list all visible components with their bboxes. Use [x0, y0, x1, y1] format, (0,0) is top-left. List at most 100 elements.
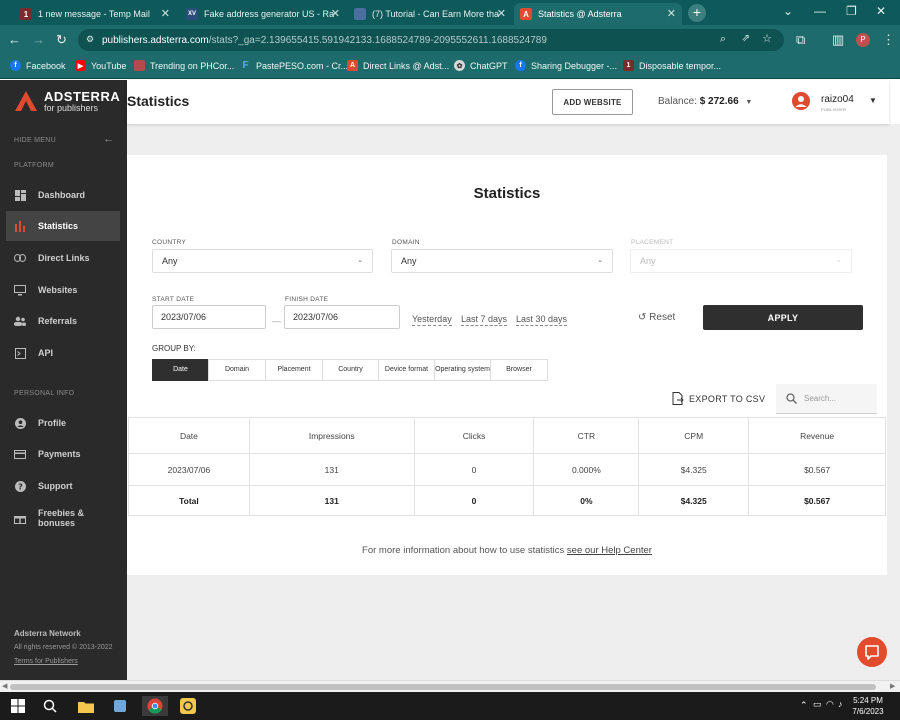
yellow-app-icon[interactable]	[178, 696, 198, 716]
bookmark-disposable[interactable]: 1 Disposable tempor...	[623, 60, 721, 71]
search-input[interactable]: Search...	[776, 384, 877, 414]
clock-time: 5:24 PM	[853, 696, 883, 705]
scroll-right-icon[interactable]: ▶	[890, 682, 895, 690]
column-header-date[interactable]: Date	[128, 417, 250, 454]
sidebar-item-direct-links[interactable]: Direct Links	[6, 243, 120, 273]
avatar[interactable]	[792, 92, 810, 110]
browser-tab-statistics[interactable]: A Statistics @ Adsterra ✕	[514, 3, 682, 25]
username[interactable]: raizo04	[821, 94, 854, 105]
system-clock[interactable]: 5:24 PM 7/6/2023	[844, 695, 892, 717]
close-tab-icon[interactable]: ✕	[331, 7, 340, 20]
browser-tab-tutorial[interactable]: (7) Tutorial - Can Earn More tha ✕	[348, 3, 512, 25]
finish-date-input[interactable]: 2023/07/06	[284, 305, 400, 329]
group-by-country-button[interactable]: Country	[322, 359, 379, 381]
horizontal-scrollbar[interactable]: ◀ ▶	[0, 680, 900, 692]
windows-start-icon[interactable]	[8, 696, 28, 716]
sidebar-item-freebies[interactable]: Freebies & bonuses	[6, 503, 120, 533]
sidebar-item-dashboard[interactable]: Dashboard	[6, 180, 120, 210]
quick-last-7-days-link[interactable]: Last 7 days	[461, 314, 508, 326]
group-by-device-format-button[interactable]: Device format	[378, 359, 435, 381]
share-icon[interactable]: ⇗	[742, 33, 750, 44]
table-total-row: Total 131 0 0% $4.325 $0.567	[128, 485, 886, 516]
scrollbar-thumb[interactable]	[10, 684, 876, 690]
total-clicks: 0	[413, 485, 535, 516]
network-icon[interactable]: ▭	[813, 699, 822, 710]
quick-last-30-days-link[interactable]: Last 30 days	[516, 314, 568, 326]
domain-select[interactable]: Any ⌄	[391, 249, 613, 273]
close-tab-icon[interactable]: ✕	[161, 7, 170, 20]
minimize-icon[interactable]: —	[814, 4, 826, 18]
sidebar-item-label: Freebies & bonuses	[38, 508, 85, 528]
close-tab-icon[interactable]: ✕	[667, 7, 676, 20]
tab-list-chevron-icon[interactable]: ⌄	[783, 4, 793, 18]
quick-yesterday-link[interactable]: Yesterday	[412, 314, 452, 326]
chrome-taskbar-icon[interactable]	[142, 696, 168, 716]
maximize-icon[interactable]: ❐	[846, 4, 857, 18]
site-info-icon[interactable]: ⚙	[86, 34, 94, 45]
side-panel-icon[interactable]: ▥	[832, 32, 844, 48]
sidebar-item-support[interactable]: ? Support	[6, 471, 120, 501]
browser-tab-temp-mail[interactable]: 1 1 new message - Temp Mail ✕	[14, 3, 176, 25]
group-by-domain-button[interactable]: Domain	[208, 359, 266, 381]
group-by-os-button[interactable]: Operating system	[434, 359, 491, 381]
column-header-revenue[interactable]: Revenue	[748, 417, 886, 454]
column-header-ctr[interactable]: CTR	[533, 417, 640, 454]
reload-icon[interactable]: ↻	[56, 32, 67, 48]
profile-avatar[interactable]: P	[856, 33, 870, 47]
group-by-browser-button[interactable]: Browser	[490, 359, 548, 381]
add-website-button[interactable]: ADD WEBSITE	[552, 89, 633, 115]
browser-tab-fake-address[interactable]: XV Fake address generator US - Ra ✕	[180, 3, 346, 25]
close-tab-icon[interactable]: ✕	[497, 7, 506, 20]
group-by-placement-button[interactable]: Placement	[265, 359, 323, 381]
terms-link[interactable]: Terms for Publishers	[14, 658, 78, 665]
bookmark-direct-links[interactable]: A Direct Links @ Adst...	[347, 60, 449, 71]
help-center-link[interactable]: see our Help Center	[567, 545, 652, 556]
taskbar-search-icon[interactable]	[40, 696, 60, 716]
back-arrow-icon[interactable]: ←	[8, 32, 21, 47]
bookmark-chatgpt[interactable]: ✿ ChatGPT	[454, 60, 508, 71]
reset-button[interactable]: ↺ Reset	[638, 312, 675, 323]
forward-arrow-icon[interactable]: →	[32, 32, 45, 47]
notes-app-icon[interactable]	[110, 696, 130, 716]
search-placeholder: Search...	[804, 394, 837, 403]
bookmark-pastepeso[interactable]: F PastePESO.com - Cr...	[240, 60, 348, 71]
sidebar-item-api[interactable]: API	[6, 338, 120, 368]
extensions-icon[interactable]: ⧉	[796, 32, 805, 48]
menu-dots-icon[interactable]: ⋮	[882, 32, 895, 48]
bookmark-star-icon[interactable]: ☆	[762, 32, 772, 45]
sidebar-item-referrals[interactable]: Referrals	[6, 306, 120, 336]
group-by-date-button[interactable]: Date	[152, 359, 209, 381]
sidebar-item-profile[interactable]: Profile	[6, 408, 120, 438]
export-csv-button[interactable]: EXPORT TO CSV	[672, 392, 765, 405]
sidebar-item-label: Support	[38, 481, 73, 491]
new-tab-button[interactable]: +	[688, 4, 706, 22]
wifi-icon[interactable]: ◠	[826, 699, 834, 710]
hide-menu-arrow-icon[interactable]: ←	[103, 133, 114, 145]
chat-button[interactable]	[857, 637, 887, 667]
sidebar-item-websites[interactable]: Websites	[6, 275, 120, 305]
bookmark-phcorner[interactable]: Trending on PHCor...	[134, 60, 234, 71]
sidebar-item-statistics[interactable]: Statistics	[6, 211, 120, 241]
bookmark-youtube[interactable]: ▶ YouTube	[75, 60, 126, 71]
url-path: /stats?_ga=2.139655415.591942133.1688524…	[208, 34, 547, 46]
apply-button[interactable]: APPLY	[703, 305, 863, 330]
tray-chevron-icon[interactable]: ⌃	[800, 700, 808, 711]
country-select[interactable]: Any ⌄	[152, 249, 373, 273]
sidebar-item-payments[interactable]: Payments	[6, 439, 120, 469]
bookmark-label: Trending on PHCor...	[150, 60, 235, 71]
url-input[interactable]: ⚙ publishers.adsterra.com/stats?_ga=2.13…	[78, 29, 784, 51]
column-header-cpm[interactable]: CPM	[638, 417, 750, 454]
bookmark-sharing-debugger[interactable]: f Sharing Debugger -...	[515, 60, 617, 71]
user-menu-chevron-icon[interactable]: ▼	[869, 96, 877, 105]
column-header-clicks[interactable]: Clicks	[413, 417, 535, 454]
start-date-input[interactable]: 2023/07/06	[152, 305, 266, 329]
scroll-left-icon[interactable]: ◀	[2, 682, 7, 690]
hide-menu-label[interactable]: HIDE MENU	[14, 137, 56, 144]
close-window-icon[interactable]: ✕	[876, 4, 886, 18]
column-header-impressions[interactable]: Impressions	[248, 417, 415, 454]
zoom-icon[interactable]: ⌕	[720, 33, 726, 46]
volume-icon[interactable]: ♪	[838, 699, 843, 709]
balance-display[interactable]: Balance: $ 272.66 ▼	[658, 96, 752, 107]
bookmark-facebook[interactable]: f Facebook	[10, 60, 66, 71]
file-explorer-icon[interactable]	[76, 696, 96, 716]
